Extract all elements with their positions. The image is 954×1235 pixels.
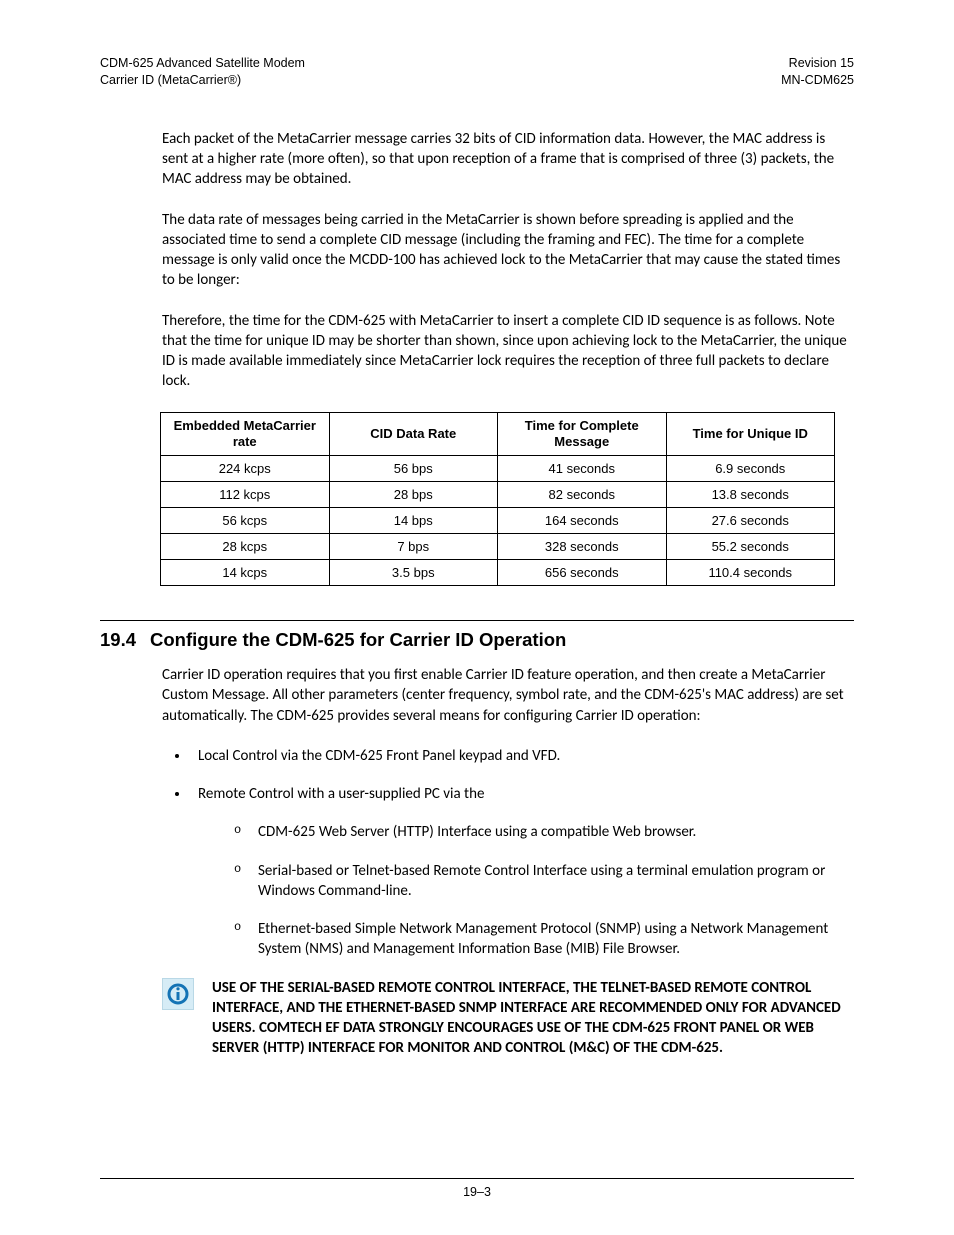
table-cell: 56 kcps	[161, 508, 330, 534]
list-item-text: Serial-based or Telnet-based Remote Cont…	[258, 862, 825, 900]
table-cell: 56 bps	[329, 456, 498, 482]
list-item-text: Local Control via the CDM-625 Front Pane…	[198, 747, 560, 765]
table-cell: 14 bps	[329, 508, 498, 534]
table-cell: 28 bps	[329, 482, 498, 508]
advisory-note-text: USE OF THE SERIAL-BASED REMOTE CONTROL I…	[212, 978, 854, 1059]
list-item-text: CDM-625 Web Server (HTTP) Interface usin…	[258, 823, 696, 841]
paragraph-1: Each packet of the MetaCarrier message c…	[162, 129, 854, 190]
list-item: Remote Control with a user-supplied PC v…	[190, 784, 854, 960]
section-intro: Carrier ID operation requires that you f…	[162, 665, 854, 726]
table-cell: 6.9 seconds	[666, 456, 835, 482]
paragraph-2: The data rate of messages being carried …	[162, 210, 854, 291]
page-header: CDM-625 Advanced Satellite Modem Carrier…	[100, 55, 854, 89]
header-left: CDM-625 Advanced Satellite Modem Carrier…	[100, 55, 305, 89]
paragraph-3: Therefore, the time for the CDM-625 with…	[162, 311, 854, 392]
table-cell: 55.2 seconds	[666, 534, 835, 560]
table-header: Time for Unique ID	[666, 412, 835, 456]
section-heading: 19.4 Configure the CDM-625 for Carrier I…	[100, 629, 854, 651]
header-left-line1: CDM-625 Advanced Satellite Modem	[100, 55, 305, 72]
list-item: CDM-625 Web Server (HTTP) Interface usin…	[234, 822, 854, 842]
table-cell: 41 seconds	[498, 456, 667, 482]
list-item-text: Remote Control with a user-supplied PC v…	[198, 785, 484, 803]
section-divider	[100, 620, 854, 621]
section-number: 19.4	[100, 629, 136, 651]
list-item: Serial-based or Telnet-based Remote Cont…	[234, 861, 854, 902]
table-cell: 7 bps	[329, 534, 498, 560]
list-item: Local Control via the CDM-625 Front Pane…	[190, 746, 854, 766]
table-cell: 13.8 seconds	[666, 482, 835, 508]
advisory-note: USE OF THE SERIAL-BASED REMOTE CONTROL I…	[162, 978, 854, 1059]
info-icon	[162, 978, 194, 1010]
header-right-line2: MN-CDM625	[781, 72, 854, 89]
page-number: 19–3	[463, 1185, 491, 1199]
table-header-row: Embedded MetaCarrier rate CID Data Rate …	[161, 412, 835, 456]
table-cell: 110.4 seconds	[666, 560, 835, 586]
table-cell: 224 kcps	[161, 456, 330, 482]
section-title: Configure the CDM-625 for Carrier ID Ope…	[150, 629, 566, 651]
table-cell: 656 seconds	[498, 560, 667, 586]
page-footer: 19–3	[100, 1178, 854, 1199]
config-methods-list: Local Control via the CDM-625 Front Pane…	[190, 746, 854, 960]
remote-control-sublist: CDM-625 Web Server (HTTP) Interface usin…	[234, 822, 854, 959]
table-cell: 14 kcps	[161, 560, 330, 586]
table-cell: 164 seconds	[498, 508, 667, 534]
table-cell: 82 seconds	[498, 482, 667, 508]
table-header: CID Data Rate	[329, 412, 498, 456]
table-header: Embedded MetaCarrier rate	[161, 412, 330, 456]
list-item: Ethernet-based Simple Network Management…	[234, 919, 854, 960]
table-cell: 112 kcps	[161, 482, 330, 508]
table-header: Time for Complete Message	[498, 412, 667, 456]
list-item-text: Ethernet-based Simple Network Management…	[258, 920, 828, 958]
table-row: 14 kcps 3.5 bps 656 seconds 110.4 second…	[161, 560, 835, 586]
table-cell: 3.5 bps	[329, 560, 498, 586]
header-right: Revision 15 MN-CDM625	[781, 55, 854, 89]
header-left-line2: Carrier ID (MetaCarrier®)	[100, 72, 305, 89]
table-cell: 328 seconds	[498, 534, 667, 560]
header-right-line1: Revision 15	[781, 55, 854, 72]
table-cell: 28 kcps	[161, 534, 330, 560]
table-cell: 27.6 seconds	[666, 508, 835, 534]
table-row: 112 kcps 28 bps 82 seconds 13.8 seconds	[161, 482, 835, 508]
metacarrier-rate-table: Embedded MetaCarrier rate CID Data Rate …	[160, 412, 835, 587]
table-row: 56 kcps 14 bps 164 seconds 27.6 seconds	[161, 508, 835, 534]
table-row: 28 kcps 7 bps 328 seconds 55.2 seconds	[161, 534, 835, 560]
table-row: 224 kcps 56 bps 41 seconds 6.9 seconds	[161, 456, 835, 482]
